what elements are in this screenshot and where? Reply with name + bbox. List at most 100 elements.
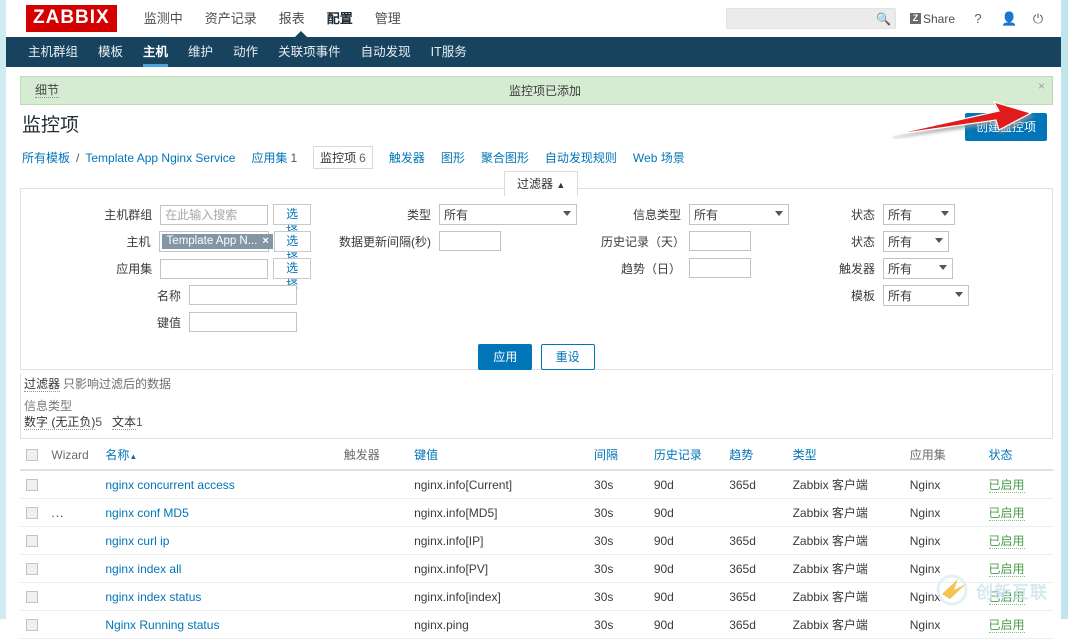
row-status[interactable]: 已启用	[982, 498, 1053, 527]
column-interval-link[interactable]: 间隔	[594, 448, 618, 462]
subnav-item-host-groups[interactable]: 主机群组	[18, 37, 88, 67]
status-badge[interactable]: 已启用	[988, 534, 1025, 549]
summary-item-text-label[interactable]: 文本	[112, 415, 137, 430]
filter-application-select-button[interactable]: 选择	[273, 258, 311, 292]
user-icon[interactable]: 👤	[1001, 11, 1017, 27]
row-checkbox[interactable]	[26, 479, 38, 492]
tab-screens[interactable]: 聚合图形	[481, 149, 529, 166]
tab-items[interactable]: 监控项 6	[313, 146, 373, 169]
search-input[interactable]	[726, 9, 895, 28]
topnav-item-administration[interactable]: 管理	[364, 0, 412, 37]
global-search[interactable]: 🔍	[725, 8, 896, 29]
filter-host-select-button[interactable]: 选择	[273, 231, 311, 265]
column-history-link[interactable]: 历史记录	[654, 448, 702, 462]
select-all-header[interactable]	[20, 441, 46, 471]
message-details-link[interactable]: 细节	[35, 83, 60, 98]
filter-status-select[interactable]: 所有	[883, 204, 955, 225]
tab-triggers-label[interactable]: 触发器	[389, 151, 425, 165]
row-checkbox[interactable]	[26, 563, 38, 576]
table-row[interactable]: nginx index status nginx.info[index] 30s…	[20, 582, 1053, 611]
column-type-link[interactable]: 类型	[793, 448, 817, 462]
row-checkbox[interactable]	[26, 535, 38, 548]
filter-state-select[interactable]: 所有	[883, 231, 949, 252]
filter-host-chip[interactable]: Template App N... ×	[161, 234, 273, 249]
filter-value-type-select[interactable]: 所有	[689, 204, 789, 225]
table-row[interactable]: Nginx Running status nginx.ping 30s 90d …	[20, 610, 1053, 639]
filter-update-interval-input[interactable]	[439, 231, 501, 251]
subnav-item-actions[interactable]: 动作	[223, 37, 268, 67]
filter-trends-input[interactable]	[689, 258, 751, 278]
share-button[interactable]: Z Share	[909, 12, 955, 26]
scrollbar-rail[interactable]	[1061, 0, 1068, 619]
row-name-link[interactable]: nginx conf MD5	[105, 506, 188, 520]
filter-history-input[interactable]	[689, 231, 751, 251]
subnav-item-services[interactable]: IT服务	[421, 37, 477, 67]
reset-filter-button[interactable]: 重设	[540, 344, 595, 370]
row-checkbox-cell[interactable]	[20, 610, 46, 639]
status-badge[interactable]: 已启用	[988, 618, 1025, 633]
tab-applications[interactable]: 应用集 1	[251, 149, 297, 166]
column-status-link[interactable]: 状态	[989, 448, 1013, 462]
column-trends[interactable]: 趋势	[723, 441, 787, 471]
tab-discovery-rules[interactable]: 自动发现规则	[545, 149, 617, 166]
row-checkbox-cell[interactable]	[20, 498, 46, 527]
table-row[interactable]: nginx index all nginx.info[PV] 30s 90d 3…	[20, 554, 1053, 583]
row-checkbox-cell[interactable]	[20, 470, 46, 499]
filter-template-select[interactable]: 所有	[883, 285, 969, 306]
column-name-link[interactable]: 名称	[105, 448, 129, 462]
row-wizard[interactable]: ...	[45, 498, 100, 527]
column-key-link[interactable]: 键值	[414, 448, 438, 462]
topnav-item-configuration[interactable]: 配置	[316, 0, 364, 37]
subnav-item-maintenance[interactable]: 维护	[178, 37, 223, 67]
close-icon[interactable]: ×	[1038, 80, 1045, 92]
tab-discovery-rules-label[interactable]: 自动发现规则	[545, 151, 617, 165]
apply-filter-button[interactable]: 应用	[478, 344, 533, 370]
filter-application-input[interactable]	[160, 258, 269, 279]
row-name[interactable]: nginx index status	[99, 582, 338, 611]
topnav-item-reports[interactable]: 报表	[268, 0, 316, 37]
filter-name-input[interactable]	[189, 285, 297, 305]
row-name-link[interactable]: nginx index all	[105, 562, 181, 576]
status-badge[interactable]: 已启用	[988, 506, 1025, 521]
column-trends-link[interactable]: 趋势	[729, 448, 753, 462]
tab-triggers[interactable]: 触发器	[389, 149, 425, 166]
row-status[interactable]: 已启用	[982, 610, 1053, 639]
row-name-link[interactable]: Nginx Running status	[105, 618, 219, 632]
row-status[interactable]: 已启用	[982, 470, 1053, 499]
row-name-link[interactable]: nginx curl ip	[105, 534, 169, 548]
subnav-item-discovery[interactable]: 自动发现	[351, 37, 421, 67]
topnav-item-monitoring[interactable]: 监测中	[133, 0, 194, 37]
subnav-item-hosts[interactable]: 主机	[133, 37, 178, 67]
row-name[interactable]: nginx curl ip	[99, 526, 338, 555]
status-badge[interactable]: 已启用	[988, 590, 1025, 605]
tab-graphs[interactable]: 图形	[441, 149, 465, 166]
row-checkbox[interactable]	[26, 619, 38, 632]
status-badge[interactable]: 已启用	[988, 478, 1025, 493]
row-name-link[interactable]: nginx index status	[105, 590, 201, 604]
column-history[interactable]: 历史记录	[647, 441, 724, 471]
tab-web-scenarios[interactable]: Web 场景	[633, 149, 685, 166]
select-all-checkbox[interactable]	[26, 449, 38, 462]
help-icon[interactable]: ?	[971, 11, 985, 26]
filter-host-group-select-button[interactable]: 选择	[273, 204, 311, 238]
status-badge[interactable]: 已启用	[988, 562, 1025, 577]
filter-triggers-select[interactable]: 所有	[883, 258, 953, 279]
row-status[interactable]: 已启用	[982, 554, 1053, 583]
row-checkbox-cell[interactable]	[20, 526, 46, 555]
column-status[interactable]: 状态	[982, 441, 1053, 471]
row-checkbox[interactable]	[26, 591, 38, 604]
filter-key-input[interactable]	[189, 312, 297, 332]
row-name[interactable]: nginx conf MD5	[99, 498, 338, 527]
filter-type-select[interactable]: 所有	[439, 204, 577, 225]
row-checkbox-cell[interactable]	[20, 582, 46, 611]
tab-graphs-label[interactable]: 图形	[441, 151, 465, 165]
tab-web-scenarios-label[interactable]: Web 场景	[633, 151, 685, 165]
row-name[interactable]: nginx concurrent access	[99, 470, 338, 499]
row-name-link[interactable]: nginx concurrent access	[105, 478, 234, 492]
filter-host-group-input[interactable]	[160, 204, 269, 225]
tab-screens-label[interactable]: 聚合图形	[481, 151, 529, 165]
topnav-item-inventory[interactable]: 资产记录	[194, 0, 268, 37]
filter-host-chip-remove-icon[interactable]: ×	[262, 235, 268, 247]
power-icon[interactable]: ⏻	[1031, 11, 1045, 27]
column-interval[interactable]: 间隔	[588, 441, 648, 471]
